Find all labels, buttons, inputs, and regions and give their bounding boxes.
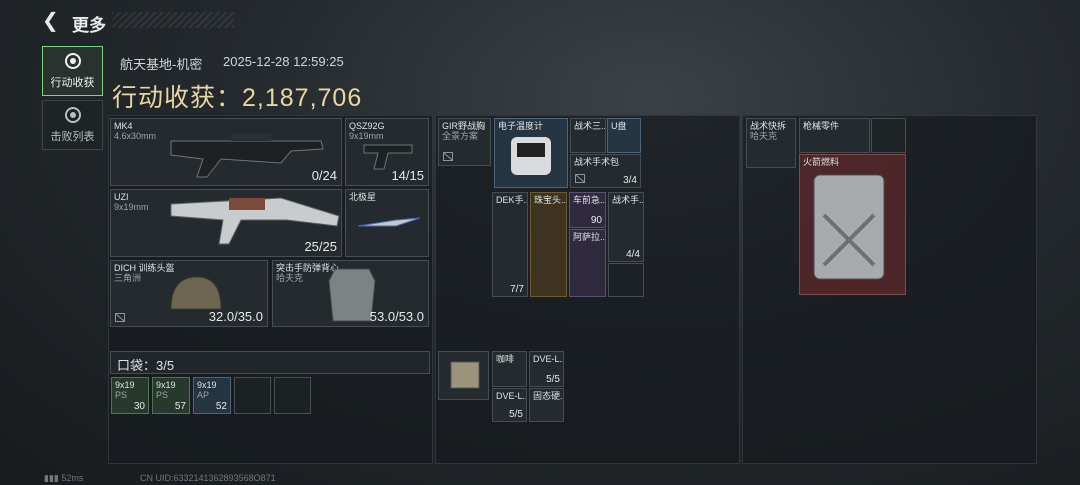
item-count: 4/4 <box>626 249 640 260</box>
case-icon <box>450 361 480 389</box>
empty-slot[interactable] <box>871 118 906 153</box>
weapon-slot-pistol[interactable]: QSZ92G 9x19mm 14/15 <box>345 118 429 186</box>
thermometer-device-icon <box>511 137 551 175</box>
inventory-item[interactable]: 战术快拆 哈夫克 <box>746 118 796 168</box>
item-count: 25/25 <box>304 239 337 254</box>
helmet-slot[interactable]: DICH 训练头盔 三角洲 32.0/35.0 <box>110 260 268 327</box>
item-count: 0/24 <box>311 168 337 183</box>
inventory-item[interactable]: U盘 <box>607 118 641 153</box>
tab-label: 行动收获 <box>50 76 95 89</box>
item-count: 52 <box>215 401 227 412</box>
item-name: 9x19 <box>156 380 176 390</box>
item-name: 9x19 <box>115 380 135 390</box>
item-count: 5/5 <box>546 374 560 385</box>
inventory-item[interactable]: 珠宝头... <box>530 192 567 297</box>
item-count: 5/5 <box>509 409 523 420</box>
item-brand: 全景方案 <box>442 131 479 141</box>
item-name: 咖啡 <box>496 354 515 364</box>
skull-icon <box>64 106 81 123</box>
target-icon <box>64 52 81 69</box>
item-count: 90 <box>590 215 602 226</box>
signal-icon: ▮▮▮ <box>44 473 59 483</box>
map-location: 航天基地-机密 <box>120 57 203 72</box>
pocket-item[interactable]: 9x19 PS 30 <box>111 377 149 414</box>
loot-total-label: 行动收获： <box>112 84 243 112</box>
pocket-empty-slot[interactable] <box>274 377 311 414</box>
pocket-header: 口袋：3/5 <box>110 351 430 374</box>
back-button[interactable]: ❮ <box>42 10 62 32</box>
ping-value: 52ms <box>61 473 84 483</box>
item-count: 7/7 <box>510 284 524 295</box>
item-name: 阿萨拉... <box>573 232 606 242</box>
tab-label: 击败列表 <box>50 130 95 143</box>
loot-total-value: 2,187,706 <box>242 84 363 112</box>
lock-icon <box>443 152 453 161</box>
armor-slot[interactable]: 突击手防弹背心 哈夫克 53.0/53.0 <box>272 260 429 327</box>
item-count: 30 <box>133 401 145 412</box>
user-id: CN UID:6332141362893568O871 <box>140 473 276 483</box>
rifle-icon <box>170 133 324 178</box>
item-name: GIR野战胸 <box>442 121 486 131</box>
weapon-slot-primary[interactable]: MK4 4.6x30mm 0/24 <box>110 118 342 186</box>
loot-total: 行动收获：2,187,706 <box>112 78 362 114</box>
item-durability: 53.0/53.0 <box>369 309 424 324</box>
item-type: AP <box>197 390 210 400</box>
chest-rig-slot[interactable]: GIR野战胸 全景方案 <box>438 118 491 166</box>
inventory-item[interactable]: 战术手术包 3/4 <box>570 154 641 188</box>
title-decoration <box>112 12 234 28</box>
item-brand: 哈夫克 <box>750 131 778 141</box>
timestamp: 2025-12-28 12:59:25 <box>223 54 344 69</box>
tab-kill-list[interactable]: 击败列表 <box>42 100 103 150</box>
item-name: 9x19 <box>197 380 217 390</box>
inventory-item[interactable]: 战术手... 4/4 <box>608 192 644 262</box>
inventory-item[interactable]: DVE-L... 5/5 <box>529 351 564 387</box>
item-name: 战术手... <box>612 195 644 205</box>
inventory-item[interactable]: 火箭燃料 <box>799 154 906 295</box>
item-name: DEK手... <box>496 195 528 205</box>
inventory-item[interactable]: 电子温度计 <box>494 118 568 188</box>
item-name: 战术三... <box>574 121 606 131</box>
inventory-item[interactable]: DEK手... 7/7 <box>492 192 528 297</box>
inventory-item[interactable]: 车前急... 90 <box>569 192 606 228</box>
empty-slot[interactable] <box>608 263 644 297</box>
item-name: 枪械零件 <box>803 121 840 131</box>
inventory-item[interactable]: 枪械零件 <box>799 118 870 153</box>
item-type: PS <box>156 390 169 400</box>
lock-icon <box>575 174 585 183</box>
inventory-item[interactable]: 阿萨拉... <box>569 229 606 297</box>
fuel-canister-icon <box>813 174 885 280</box>
item-name: 战术手术包 <box>574 157 620 167</box>
item-count: 14/15 <box>391 168 424 183</box>
pocket-item[interactable]: 9x19 PS 57 <box>152 377 190 414</box>
knife-icon <box>357 217 421 227</box>
item-name: U盘 <box>611 121 627 131</box>
item-type: PS <box>115 390 128 400</box>
tab-action-loot[interactable]: 行动收获 <box>42 46 103 96</box>
item-durability: 32.0/35.0 <box>208 309 263 324</box>
item-name: 珠宝头... <box>534 195 567 205</box>
melee-slot[interactable]: 北极星 <box>345 189 429 257</box>
inventory-item[interactable]: 固态硬... <box>529 388 564 422</box>
inventory-item[interactable]: 战术三... <box>570 118 606 153</box>
pocket-item[interactable]: 9x19 AP 52 <box>193 377 231 414</box>
ping-indicator: ▮▮▮ 52ms <box>44 473 83 484</box>
lock-icon <box>115 313 125 322</box>
pocket-empty-slot[interactable] <box>234 377 271 414</box>
item-name: DVE-L... <box>533 354 564 364</box>
inventory-item[interactable]: 咖啡 <box>492 351 527 387</box>
page-title: 更多 <box>72 16 106 35</box>
item-name: 车前急... <box>573 195 606 205</box>
case-slot[interactable] <box>438 351 489 400</box>
item-name: 固态硬... <box>533 391 563 401</box>
item-count: 3/4 <box>623 175 637 186</box>
item-name: DVE-L... <box>496 391 527 401</box>
weapon-slot-secondary[interactable]: UZI 9x19mm 25/25 <box>110 189 342 257</box>
chevron-left-icon: ❮ <box>42 10 59 32</box>
inventory-item[interactable]: DVE-L... 5/5 <box>492 388 527 422</box>
item-name: 战术快拆 <box>750 121 787 131</box>
item-count: 57 <box>174 401 186 412</box>
